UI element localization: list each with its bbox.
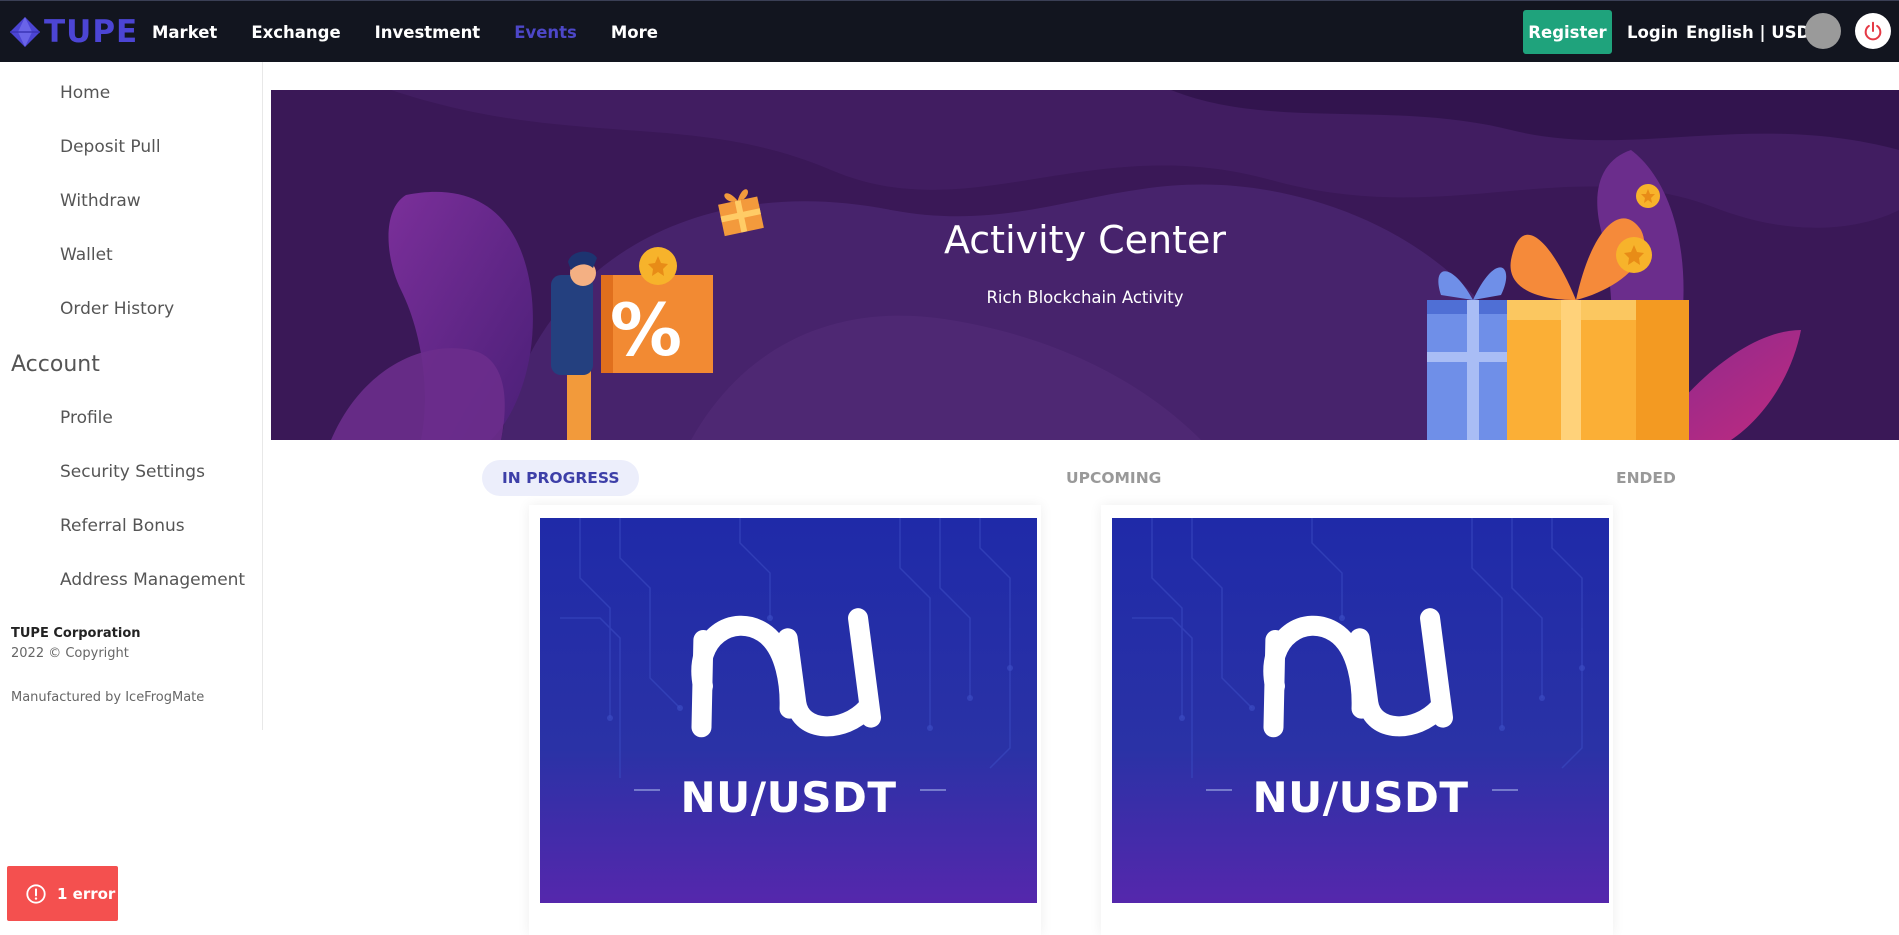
tab-in-progress[interactable]: IN PROGRESS (482, 460, 640, 496)
main-nav: Market Exchange Investment Events More (152, 1, 692, 63)
tab-ended[interactable]: ENDED (1616, 460, 1676, 496)
avatar[interactable] (1805, 13, 1841, 49)
nav-events[interactable]: Events (514, 23, 577, 42)
sidebar-item-referral-bonus[interactable]: Referral Bonus (60, 516, 185, 536)
login-link[interactable]: Login (1627, 1, 1678, 63)
event-card[interactable]: NU/USDT (1101, 505, 1613, 935)
sidebar-item-profile[interactable]: Profile (60, 408, 113, 428)
sidebar-heading-account: Account (11, 352, 100, 377)
error-toast-label: 1 error (57, 884, 116, 903)
banner-title: Activity Center (943, 218, 1227, 262)
event-card-title-cropped (1112, 917, 1609, 935)
logo[interactable]: TUPE (8, 14, 138, 50)
sidebar: Home Deposit Pull Withdraw Wallet Order … (0, 62, 263, 730)
event-card-title-cropped (540, 917, 1037, 935)
register-button[interactable]: Register (1523, 10, 1612, 54)
footer-copyright: 2022 © Copyright (11, 646, 129, 661)
top-nav: TUPE Market Exchange Investment Events M… (0, 0, 1899, 62)
event-card[interactable]: NU/USDT (529, 505, 1041, 935)
nav-market[interactable]: Market (152, 23, 217, 42)
nav-investment[interactable]: Investment (375, 23, 481, 42)
event-card-pair: NU/USDT (1252, 773, 1469, 822)
circuit-pattern (560, 518, 1013, 791)
sidebar-item-deposit-pull[interactable]: Deposit Pull (60, 137, 161, 157)
banner-subtitle: Rich Blockchain Activity (986, 288, 1184, 307)
error-toast[interactable]: 1 error (7, 866, 118, 921)
event-card-pair: NU/USDT (680, 773, 897, 822)
circuit-pattern (1132, 518, 1585, 791)
activity-banner: % Activity Center Rich Blockchain Activi… (271, 90, 1899, 440)
sidebar-item-address-management[interactable]: Address Management (60, 570, 245, 590)
sidebar-item-wallet[interactable]: Wallet (60, 245, 113, 265)
language-currency-selector[interactable]: English | USD (1686, 1, 1810, 63)
event-card-image: NU/USDT (1112, 518, 1609, 903)
banner-illustration: % (271, 90, 1899, 440)
sidebar-item-withdraw[interactable]: Withdraw (60, 191, 141, 211)
footer-manufactured: Manufactured by IceFrogMate (11, 690, 205, 705)
nav-more[interactable]: More (611, 23, 658, 42)
diamond-logo-icon (10, 17, 40, 47)
sidebar-item-home[interactable]: Home (60, 83, 110, 103)
logo-text: TUPE (44, 14, 139, 50)
power-button[interactable] (1855, 13, 1891, 49)
tab-upcoming[interactable]: UPCOMING (1066, 460, 1161, 496)
sidebar-item-security-settings[interactable]: Security Settings (60, 462, 205, 482)
event-card-image: NU/USDT (540, 518, 1037, 903)
alert-circle-icon (26, 883, 46, 904)
power-icon (1864, 21, 1882, 41)
nav-exchange[interactable]: Exchange (251, 23, 340, 42)
sidebar-item-order-history[interactable]: Order History (60, 299, 174, 319)
footer-corp: TUPE Corporation (11, 626, 141, 641)
